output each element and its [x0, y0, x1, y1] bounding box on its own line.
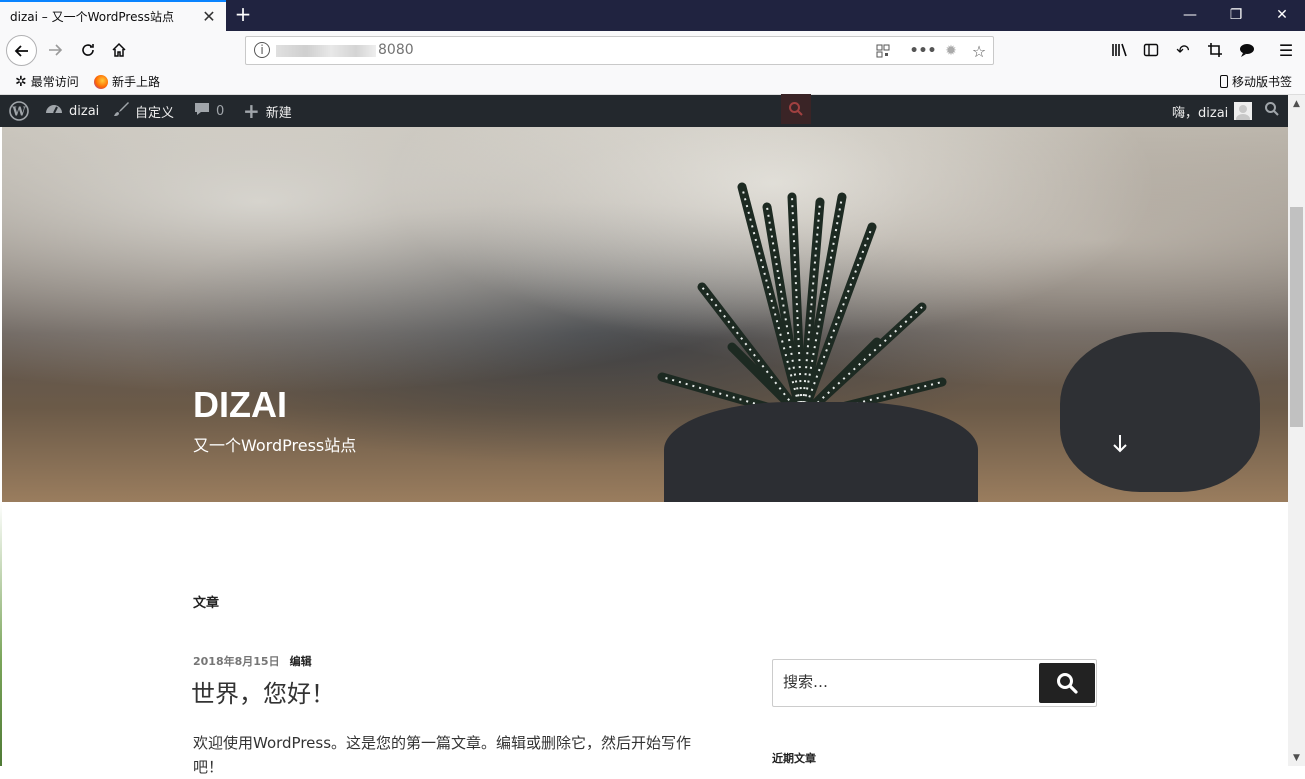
posts-section-heading: 文章	[193, 596, 220, 611]
comment-bubble-icon	[194, 101, 210, 121]
post-title[interactable]: 世界，您好！	[191, 674, 335, 709]
close-tab-icon[interactable]: ✕	[200, 7, 218, 26]
wordpress-logo-menu[interactable]: W	[9, 95, 29, 127]
plant-pot	[664, 402, 978, 502]
paintbrush-icon	[113, 101, 129, 121]
extension-icon[interactable]: ✹	[941, 41, 961, 61]
tab-bar: dizai – 又一个WordPress站点 ✕ + — ❐ ✕	[0, 0, 1305, 31]
admin-account-menu[interactable]: 嗨，dizai	[1172, 95, 1253, 127]
forward-arrow-icon[interactable]	[44, 39, 66, 61]
post-meta: 2018年8月15日 编辑	[193, 653, 312, 669]
admin-greeting: 嗨，dizai	[1172, 105, 1229, 121]
mobile-bookmarks[interactable]: 移动版书签	[1220, 73, 1292, 90]
screenshot-crop-icon[interactable]	[1204, 39, 1226, 61]
vertical-scrollbar[interactable]: ▲ ▼	[1288, 95, 1305, 766]
more-actions-icon[interactable]: •••	[910, 41, 937, 61]
wordpress-logo-icon: W	[9, 101, 29, 121]
admin-new-content[interactable]: + 新建	[243, 95, 292, 127]
url-text[interactable]: 8080	[378, 42, 414, 58]
scrollbar-thumb[interactable]	[1290, 207, 1303, 427]
chat-icon[interactable]	[1236, 39, 1258, 61]
bookmark-most-visited[interactable]: ✲ 最常访问	[15, 73, 79, 90]
restore-icon[interactable]: ❐	[1223, 3, 1249, 27]
post-edit-link[interactable]: 编辑	[290, 653, 312, 669]
mobile-phone-icon	[1220, 75, 1228, 88]
site-description: 又一个WordPress站点	[193, 436, 357, 455]
info-icon[interactable]: i	[254, 42, 270, 58]
background-plant-pot	[1060, 332, 1260, 492]
scroll-down-icon[interactable]: ▼	[1288, 749, 1305, 766]
custom-header-hero: DIZAI 又一个WordPress站点	[2, 127, 1288, 502]
bookmark-getting-started[interactable]: 新手上路	[94, 73, 160, 90]
search-submit-button[interactable]	[1039, 663, 1095, 703]
scroll-down-arrow-icon[interactable]	[1108, 430, 1132, 458]
new-tab-icon[interactable]: +	[232, 2, 254, 26]
admin-new-label: 新建	[265, 105, 292, 121]
wp-admin-bar: W dizai 自定义 0 + 新建 嗨，dizai	[0, 93, 1288, 127]
scroll-up-icon[interactable]: ▲	[1288, 95, 1305, 112]
post-date[interactable]: 2018年8月15日	[193, 653, 280, 669]
url-bar[interactable]: i 8080 ••• ✹ ☆	[245, 36, 994, 65]
sidebar-icon[interactable]	[1140, 39, 1162, 61]
bookmarks-toolbar: ✲ 最常访问 新手上路 移动版书签	[0, 69, 1305, 95]
admin-comments[interactable]: 0	[194, 95, 224, 127]
reload-icon[interactable]	[77, 39, 99, 61]
admin-site-name-label: dizai	[69, 103, 100, 119]
firefox-icon	[94, 74, 108, 89]
avatar	[1234, 102, 1253, 120]
admin-site-name[interactable]: dizai	[45, 95, 99, 127]
site-title[interactable]: DIZAI	[193, 384, 287, 426]
svg-text:W: W	[11, 105, 26, 119]
home-icon[interactable]	[108, 39, 130, 61]
menu-icon[interactable]: ☰	[1275, 39, 1297, 61]
navigation-toolbar: i 8080 ••• ✹ ☆ ↶ ☰	[0, 31, 1305, 69]
search-input[interactable]	[783, 673, 1033, 691]
admin-customize[interactable]: 自定义	[113, 95, 174, 127]
back-arrow-icon[interactable]	[6, 35, 37, 66]
admin-customize-label: 自定义	[135, 105, 175, 121]
admin-search[interactable]	[1264, 95, 1280, 127]
tab-title: dizai – 又一个WordPress站点	[10, 10, 174, 24]
plus-icon: +	[243, 99, 260, 123]
bookmark-star-icon[interactable]: ☆	[969, 41, 989, 61]
close-window-icon[interactable]: ✕	[1269, 3, 1295, 27]
search-icon	[1057, 673, 1078, 694]
qr-code-icon[interactable]	[873, 41, 893, 61]
library-icon[interactable]	[1109, 39, 1131, 61]
left-edge-background	[0, 502, 2, 766]
active-tab[interactable]: dizai – 又一个WordPress站点 ✕	[0, 0, 226, 31]
gear-icon: ✲	[15, 73, 27, 90]
bookmark-label: 新手上路	[112, 75, 161, 89]
mobile-bookmarks-label: 移动版书签	[1232, 75, 1293, 89]
minimize-icon[interactable]: —	[1177, 3, 1203, 27]
succulent-plant-image	[657, 182, 947, 422]
recent-posts-heading: 近期文章	[772, 752, 816, 765]
post-excerpt: 欢迎使用WordPress。这是您的第一篇文章。编辑或删除它，然后开始写作吧！	[193, 734, 692, 776]
undo-icon[interactable]: ↶	[1172, 39, 1194, 61]
bookmark-label: 最常访问	[30, 75, 79, 89]
admin-comments-count: 0	[216, 103, 225, 119]
sidebar-search-form	[772, 659, 1097, 707]
search-icon	[1264, 101, 1280, 121]
dashboard-icon	[45, 101, 63, 121]
blurred-url-host	[276, 45, 376, 57]
floating-search-icon[interactable]	[781, 93, 811, 125]
